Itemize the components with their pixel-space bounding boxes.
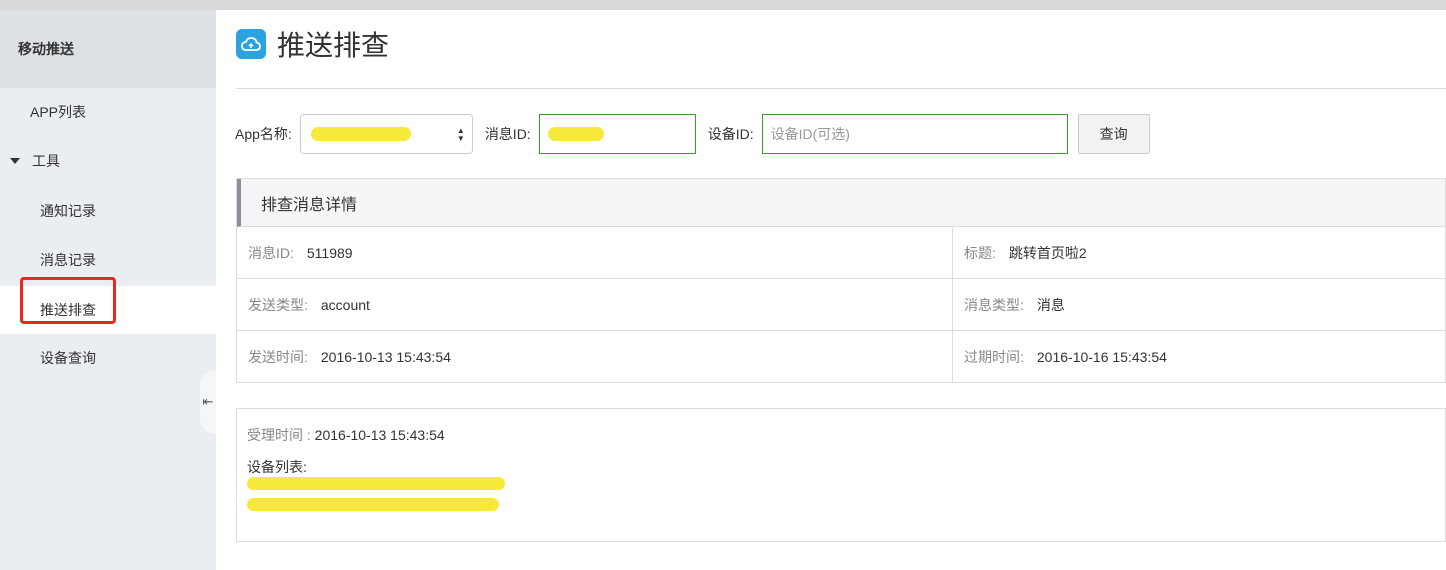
detail-value: 跳转首页啦2 (1008, 244, 1087, 261)
divider (236, 88, 1446, 89)
sidebar-item-label: 设备查询 (40, 350, 96, 366)
app-name-label: App名称: (235, 126, 292, 142)
sidebar-item-notification-records[interactable]: 通知记录 (0, 187, 216, 235)
detail-cell-expire-time: 过期时间: 2016-10-16 15:43:54 (953, 331, 1446, 383)
sidebar-collapse-handle[interactable]: ⇤ (200, 370, 216, 434)
detail-value: 2016-10-16 15:43:54 (1036, 349, 1167, 365)
sidebar-group-tools[interactable]: 工具 (0, 137, 216, 185)
sidebar-item-label: 推送排查 (40, 302, 96, 318)
query-button[interactable]: 查询 (1077, 114, 1150, 154)
detail-value: account (320, 296, 370, 313)
caret-down-icon (10, 158, 20, 164)
device-list-label: 设备列表: (247, 459, 307, 475)
sidebar-item-device-query[interactable]: 设备查询 (0, 334, 216, 382)
device-link[interactable] (247, 498, 1435, 517)
window-top-strip (0, 0, 1446, 10)
detail-label: 消息类型: (964, 296, 1024, 313)
redacted-device-id (247, 477, 505, 490)
page-header: 推送排查 (236, 24, 389, 64)
collapse-icon: ⇤ (202, 394, 214, 409)
redacted-message-id (547, 127, 604, 141)
select-arrows-icon: ▲ ▼ (456, 126, 465, 143)
cloud-push-icon (236, 29, 266, 59)
detail-label: 消息ID: (248, 244, 294, 261)
message-id-label: 消息ID: (484, 126, 531, 142)
device-id-placeholder: 设备ID(可选) (770, 126, 850, 142)
detail-cell-send-time: 发送时间: 2016-10-13 15:43:54 (237, 331, 953, 383)
sidebar-item-label: APP列表 (30, 104, 87, 120)
detail-label: 过期时间: (964, 349, 1024, 365)
receipt-panel: 受理时间 : 2016-10-13 15:43:54 设备列表: (236, 408, 1446, 542)
detail-value: 2016-10-13 15:43:54 (320, 349, 451, 365)
detail-cell-send-type: 发送类型: account (237, 279, 953, 331)
device-id-input[interactable]: 设备ID(可选) (761, 114, 1068, 154)
sidebar-item-push-troubleshoot[interactable]: 推送排查 (0, 286, 216, 334)
sidebar-item-message-records[interactable]: 消息记录 (0, 236, 216, 284)
details-grid: 消息ID: 511989 标题: 跳转首页啦2 发送类型: account 消息… (237, 227, 1446, 383)
page-title: 推送排查 (277, 30, 390, 61)
detail-cell-title: 标题: 跳转首页啦2 (953, 227, 1446, 279)
query-form: App名称: ▲ ▼ 消息ID: 设备ID: 设备ID(可选) 查询 (235, 114, 1150, 154)
detail-cell-message-type: 消息类型: 消息 (953, 279, 1446, 331)
detail-label: 发送时间: (248, 349, 308, 365)
sidebar-item-app-list[interactable]: APP列表 (0, 88, 216, 136)
details-panel-header: 排查消息详情 (237, 179, 1445, 227)
message-id-input[interactable] (538, 114, 696, 154)
device-id-label: 设备ID: (707, 126, 754, 142)
device-link[interactable] (247, 477, 1435, 496)
accept-time-row: 受理时间 : 2016-10-13 15:43:54 (247, 425, 1435, 443)
detail-cell-message-id: 消息ID: 511989 (237, 227, 953, 279)
detail-value: 511989 (306, 244, 353, 261)
sidebar-item-label: 通知记录 (40, 203, 96, 219)
detail-label: 标题: (964, 244, 996, 261)
detail-value: 消息 (1036, 296, 1065, 313)
sidebar-title: 移动推送 (0, 10, 216, 88)
accept-time-value: 2016-10-13 15:43:54 (314, 427, 445, 443)
details-panel: 排查消息详情 消息ID: 511989 标题: 跳转首页啦2 发送类型: acc… (236, 178, 1446, 383)
main-content: 推送排查 App名称: ▲ ▼ 消息ID: 设备ID: 设备ID(可选) 查询 排… (216, 10, 1446, 570)
redacted-device-id (247, 498, 499, 511)
accept-time-label: 受理时间 : (247, 427, 311, 443)
app-name-select[interactable]: ▲ ▼ (299, 114, 473, 154)
sidebar-item-label: 消息记录 (40, 252, 96, 268)
sidebar-item-label: 工具 (32, 153, 60, 169)
sidebar: 移动推送 APP列表 工具 通知记录 消息记录 推送排查 设备查询 (0, 10, 216, 570)
detail-label: 发送类型: (248, 296, 308, 313)
redacted-app-name (310, 127, 411, 141)
